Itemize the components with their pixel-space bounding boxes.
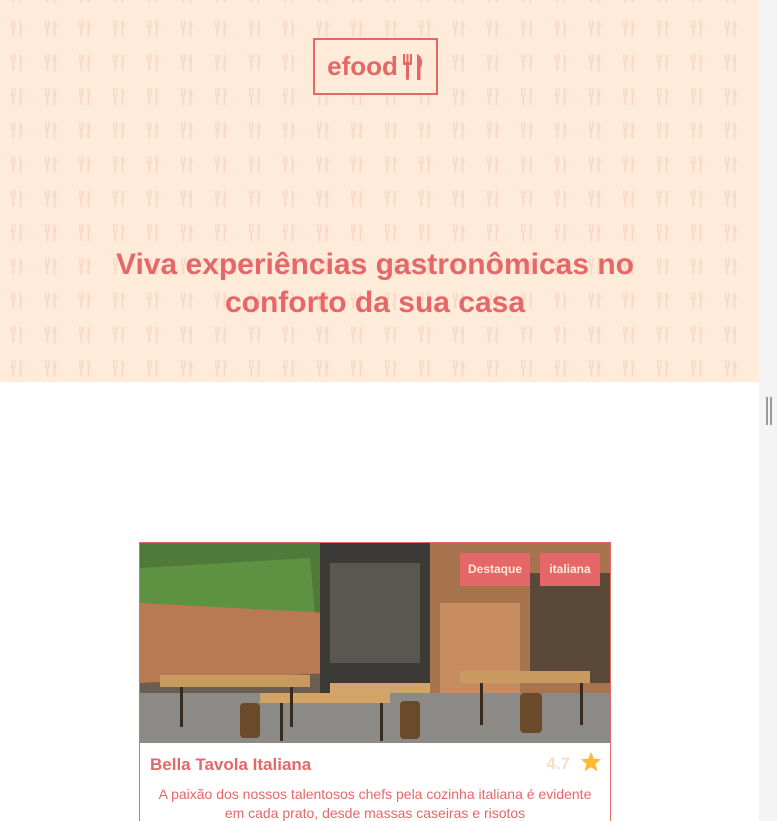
page-headline: Viva experiências gastronômicas no confo…: [115, 248, 634, 319]
restaurant-rating: 4.7: [546, 751, 602, 777]
hero-header: efood Viva experiências gastronômicas no…: [0, 0, 759, 382]
tag-destaque: Destaque: [460, 553, 530, 586]
restaurant-card[interactable]: Destaque italiana Bella Tavola Italiana …: [139, 542, 611, 821]
star-icon: [580, 751, 602, 777]
logo-text: efood: [327, 51, 398, 81]
tag-italiana: italiana: [540, 553, 600, 586]
rating-value: 4.7: [546, 754, 570, 773]
restaurant-description: A paixão dos nossos talentosos chefs pel…: [158, 786, 592, 821]
scrollbar-handle[interactable]: [765, 397, 773, 425]
efood-logo[interactable]: efood: [313, 38, 438, 95]
page: efood Viva experiências gastronômicas no…: [0, 0, 777, 821]
restaurant-name: Bella Tavola Italiana: [150, 755, 312, 774]
fork-knife-icon: [402, 53, 424, 81]
